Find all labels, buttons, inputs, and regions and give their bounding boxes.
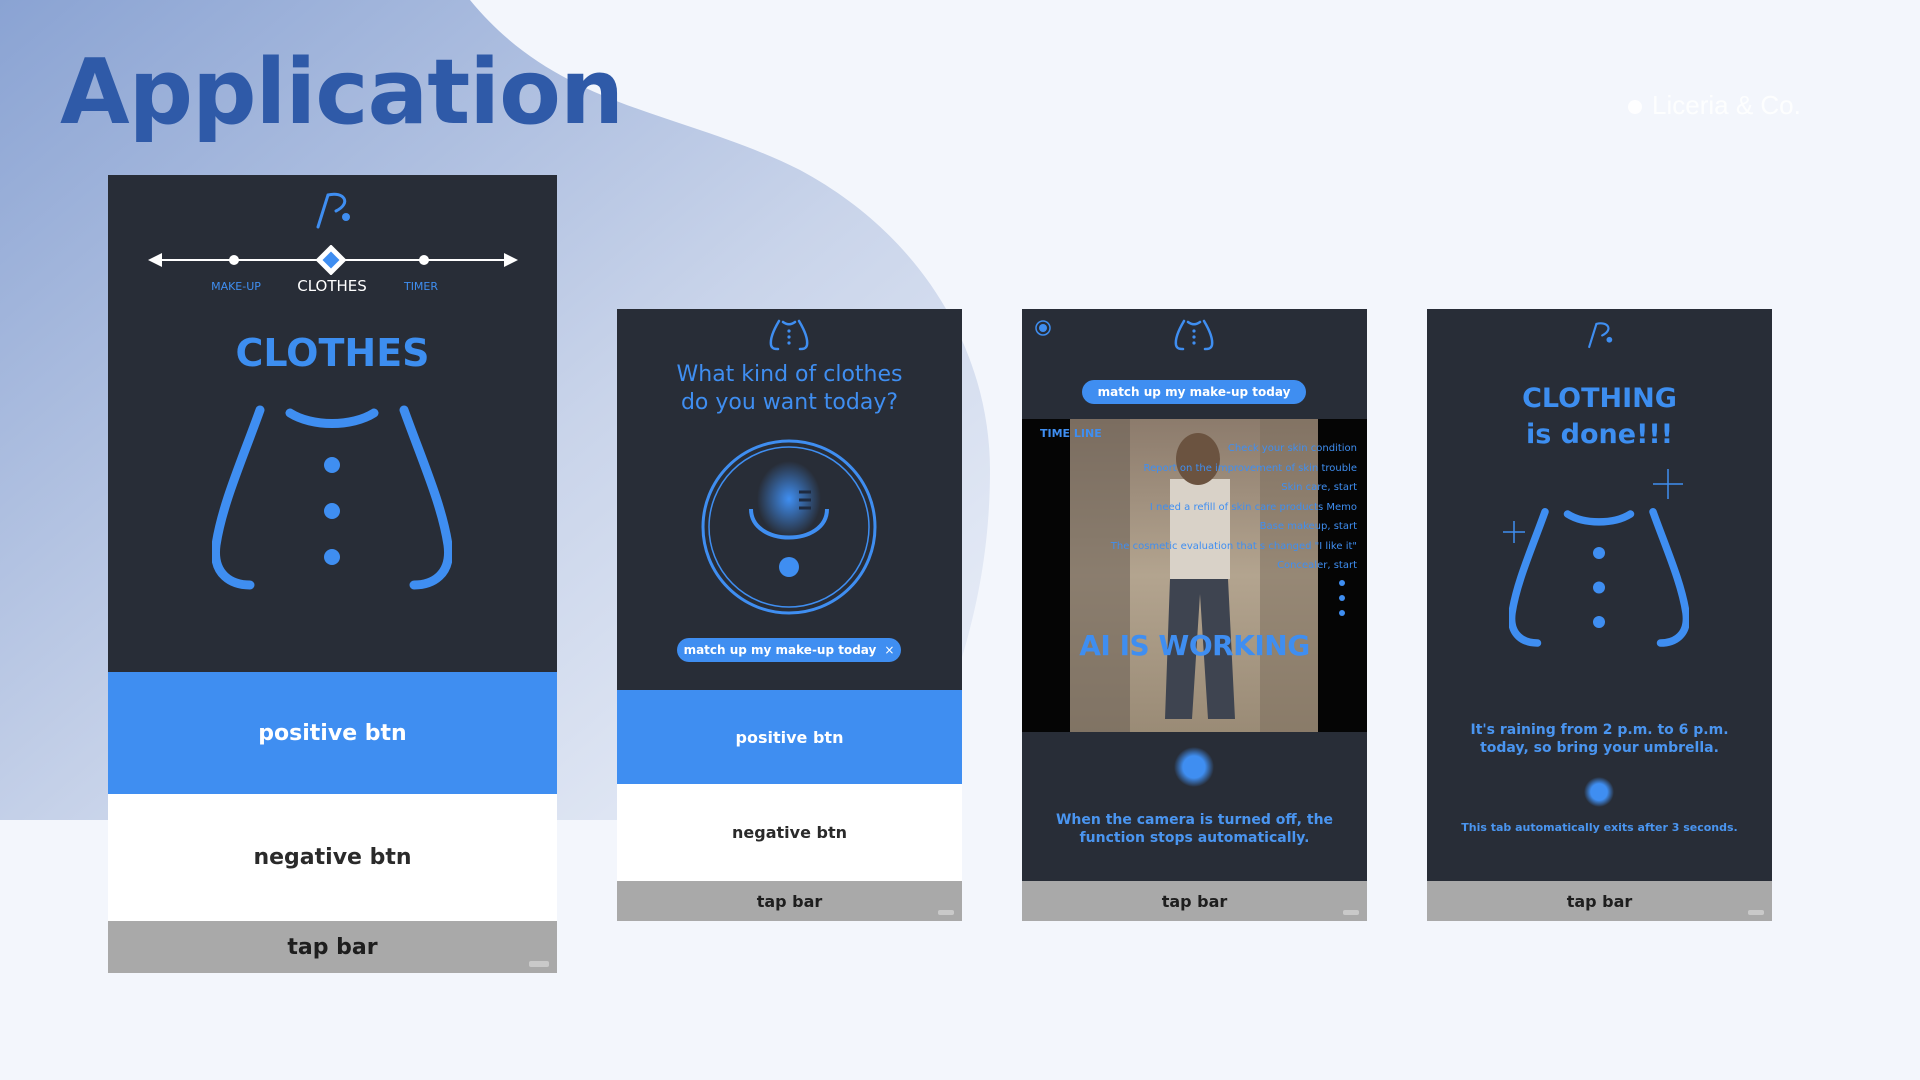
nav-timer-label[interactable]: TIMER [396, 280, 446, 293]
record-indicator-icon [1035, 320, 1051, 336]
screen-heading: CLOTHES [235, 331, 430, 375]
phone-screen-clothes-menu: MAKE-UP CLOTHES TIMER CLOTHES positive b… [108, 175, 557, 973]
done-heading-line-1: CLOTHING [1522, 383, 1677, 414]
negative-button[interactable]: negative btn [617, 784, 962, 881]
page-title: Application [60, 40, 624, 145]
timeline-item: The cosmetic evaluation that s changed "… [1110, 540, 1357, 552]
mode-selector-track [148, 245, 518, 275]
nav-clothes-label[interactable]: CLOTHES [282, 277, 382, 295]
positive-button[interactable]: positive btn [617, 690, 962, 784]
timeline-item: I need a refill of skin care products Me… [1149, 501, 1357, 513]
nav-makeup-label[interactable]: MAKE-UP [206, 280, 266, 293]
timeline-list: Check your skin condition Report on the … [1111, 439, 1357, 576]
tap-bar[interactable]: tap bar [1022, 881, 1367, 921]
tap-bar-label: tap bar [1161, 891, 1228, 911]
ai-working-overlay: AI IS WORKING [1079, 629, 1310, 662]
chip-close-icon[interactable]: × [884, 643, 894, 657]
weather-line-1: It's raining from 2 p.m. to 6 p.m. [1470, 722, 1729, 738]
timeline-item: Report on the improvement of skin troubl… [1143, 462, 1358, 474]
microphone-button-icon[interactable] [699, 437, 879, 617]
shirt-outline-icon [1174, 319, 1214, 351]
sparkle-icon [1653, 469, 1683, 499]
timeline-item: Skin care, start [1281, 482, 1357, 493]
shirt-icon [212, 405, 452, 590]
brand-logo-icon [1628, 100, 1642, 114]
camera-view: TIME LINE Check your skin condition Repo… [1022, 419, 1367, 732]
suggestion-pill[interactable]: match up my make-up today [1082, 380, 1306, 404]
status-glow-icon [1174, 747, 1214, 787]
info-line-2: function stops automatically. [1079, 830, 1310, 846]
phone-screen-camera: match up my make-up today TIME LINE Chec… [1022, 309, 1367, 921]
phone-screen-done: CLOTHING is done!!! It's raining from 2 … [1427, 309, 1772, 921]
suggestion-chip-label: match up my make-up today [683, 643, 877, 657]
timeline-item: Check your skin condition [1227, 443, 1357, 454]
timeline-item: Concealer, start [1277, 560, 1357, 571]
positive-button[interactable]: positive btn [108, 672, 557, 794]
tap-bar[interactable]: tap bar [108, 921, 557, 973]
question-line-2: do you want today? [680, 390, 899, 415]
auto-exit-note: This tab automatically exits after 3 sec… [1461, 821, 1738, 834]
timeline-title: TIME LINE [1040, 427, 1102, 440]
negative-button[interactable]: negative btn [108, 794, 557, 921]
app-logo-icon [1588, 322, 1613, 349]
more-dots-icon [1339, 580, 1345, 616]
status-glow-icon [1584, 777, 1614, 807]
tap-bar-label: tap bar [756, 891, 823, 911]
suggestion-chip[interactable]: match up my make-up today × [677, 638, 901, 662]
shirt-icon [1509, 508, 1689, 647]
resize-handle-icon [1748, 910, 1764, 915]
phone-screen-voice-input: What kind of clothes do you want today? … [617, 309, 962, 921]
tap-bar-label: tap bar [287, 934, 378, 960]
resize-handle-icon [1343, 910, 1359, 915]
tap-bar[interactable]: tap bar [617, 881, 962, 921]
app-logo-icon [316, 192, 350, 229]
tap-bar-label: tap bar [1566, 891, 1633, 911]
done-heading-line-2: is done!!! [1525, 419, 1674, 450]
timeline-item: Base makeup, start [1259, 521, 1357, 532]
shirt-outline-icon [769, 319, 809, 351]
resize-handle-icon [938, 910, 954, 915]
question-line-1: What kind of clothes [676, 362, 903, 387]
info-line-1: When the camera is turned off, the [1055, 812, 1334, 828]
tap-bar[interactable]: tap bar [1427, 881, 1772, 921]
weather-line-2: today, so bring your umbrella. [1480, 740, 1719, 756]
resize-handle-icon [529, 961, 549, 967]
brand-name: Liceria & Co. [1652, 90, 1801, 120]
